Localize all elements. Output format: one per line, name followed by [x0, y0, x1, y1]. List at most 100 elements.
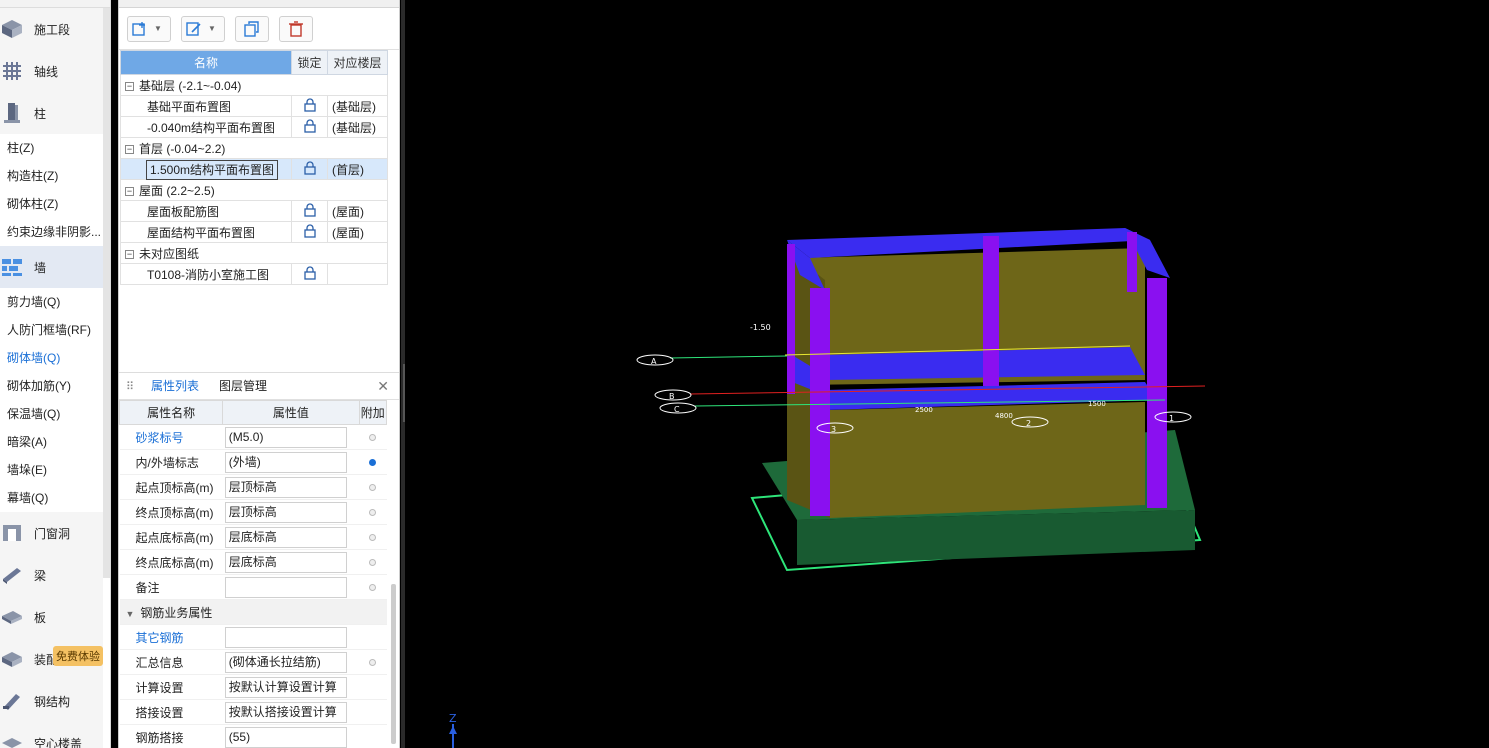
- drawing-row[interactable]: T0108-消防小室施工图: [120, 263, 388, 285]
- property-value-field[interactable]: 按默认计算设置计算: [224, 676, 347, 698]
- property-value-field[interactable]: (M5.0): [224, 426, 347, 448]
- column-header-name[interactable]: 名称: [120, 50, 292, 75]
- nav-category-wall[interactable]: 墙: [0, 246, 103, 288]
- nav-item-masonry-column[interactable]: 砌体柱(Z): [0, 190, 103, 218]
- property-row[interactable]: 搭接设置 按默认搭接设置计算: [119, 699, 387, 725]
- tab-property-list[interactable]: 属性列表: [141, 372, 209, 400]
- property-value-field[interactable]: (砌体通长拉结筋): [224, 651, 347, 673]
- nav-category-hollow-floor[interactable]: 空心楼盖: [0, 722, 103, 748]
- close-icon[interactable]: ✕: [377, 378, 389, 395]
- column-header-floor[interactable]: 对应楼层: [327, 50, 388, 75]
- drawing-row[interactable]: 屋面板配筋图 (屋面): [120, 200, 388, 222]
- 3d-model-canvas[interactable]: A B C 1 2 3 1500 2500 4800 -1.50 Z: [405, 0, 1489, 748]
- copy-drawing-button[interactable]: [235, 15, 269, 42]
- nav-scrollbar[interactable]: [103, 8, 110, 578]
- collapse-icon[interactable]: −: [125, 186, 134, 196]
- drawing-group-row[interactable]: − 首层 (-0.04~2.2): [120, 137, 388, 159]
- property-value-field[interactable]: 按默认搭接设置计算: [224, 701, 347, 723]
- attach-checkbox[interactable]: [369, 459, 377, 466]
- chevron-down-icon[interactable]: ▼: [154, 24, 162, 33]
- property-row[interactable]: 备注: [119, 574, 387, 600]
- drawing-group-row[interactable]: − 基础层 (-2.1~-0.04): [120, 74, 388, 96]
- lock-icon[interactable]: [303, 97, 317, 112]
- property-scrollbar[interactable]: [391, 584, 396, 744]
- property-value-field[interactable]: [224, 576, 347, 598]
- property-row[interactable]: 终点底标高(m) 层底标高: [119, 549, 387, 575]
- lock-icon[interactable]: [303, 160, 317, 175]
- nav-item-curtain-wall[interactable]: 幕墙(Q): [0, 484, 103, 512]
- svg-text:2: 2: [1026, 419, 1031, 428]
- delete-drawing-button[interactable]: [279, 15, 313, 42]
- column-front-left: [810, 288, 830, 516]
- property-row[interactable]: 其它钢筋: [119, 624, 387, 650]
- property-row[interactable]: 内/外墙标志 (外墙): [119, 449, 387, 475]
- collapse-icon[interactable]: −: [125, 144, 134, 154]
- property-value-field[interactable]: 层顶标高: [224, 476, 347, 498]
- attach-checkbox[interactable]: [369, 559, 377, 566]
- lock-icon[interactable]: [303, 202, 317, 217]
- nav-category-slab[interactable]: 板: [0, 596, 103, 638]
- drawing-row[interactable]: 屋面结构平面布置图 (屋面): [120, 221, 388, 243]
- property-row[interactable]: 计算设置 按默认计算设置计算: [119, 674, 387, 700]
- lock-icon[interactable]: [303, 223, 317, 238]
- property-value-field[interactable]: 层底标高: [224, 551, 347, 573]
- nav-item-edge-member[interactable]: 约束边缘非阴影...: [0, 218, 103, 246]
- nav-item-insulation-wall[interactable]: 保温墙(Q): [0, 400, 103, 428]
- add-drawing-button[interactable]: ▼: [127, 15, 171, 42]
- nav-category-steel[interactable]: 钢结构: [0, 680, 103, 722]
- property-row[interactable]: 终点顶标高(m) 层顶标高: [119, 499, 387, 525]
- collapse-icon[interactable]: −: [125, 249, 134, 259]
- property-name: 起点底标高(m): [119, 524, 223, 550]
- property-row[interactable]: 起点顶标高(m) 层顶标高: [119, 474, 387, 500]
- nav-item-masonry-wall[interactable]: 砌体墙(Q): [0, 344, 103, 372]
- nav-item-column-z[interactable]: 柱(Z): [0, 134, 103, 162]
- drawing-group-row[interactable]: − 屋面 (2.2~2.5): [120, 179, 388, 201]
- drawing-group-row[interactable]: − 未对应图纸: [120, 242, 388, 264]
- property-row[interactable]: 砂浆标号 (M5.0): [119, 424, 387, 450]
- lock-icon[interactable]: [303, 265, 317, 280]
- nav-category-opening[interactable]: 门窗洞: [0, 512, 103, 554]
- drawing-row-selected[interactable]: 1.500m结构平面布置图 (首层): [120, 158, 388, 180]
- lock-icon[interactable]: [303, 118, 317, 133]
- collapse-icon[interactable]: −: [125, 81, 134, 91]
- column-header-extra: 附加: [358, 400, 387, 425]
- nav-item-pilaster[interactable]: 墙垛(E): [0, 456, 103, 484]
- property-name: 其它钢筋: [119, 624, 223, 650]
- nav-category-axis[interactable]: 轴线: [0, 50, 103, 92]
- column-header-lock[interactable]: 锁定: [291, 50, 328, 75]
- nav-item-civil-defense-wall[interactable]: 人防门框墙(RF): [0, 316, 103, 344]
- 3d-viewport[interactable]: A B C 1 2 3 1500 2500 4800 -1.50 Z: [405, 0, 1489, 748]
- property-row[interactable]: 钢筋搭接 (55): [119, 724, 387, 748]
- nav-item-masonry-rebar[interactable]: 砌体加筋(Y): [0, 372, 103, 400]
- property-value-field[interactable]: 层顶标高: [224, 501, 347, 523]
- nav-item-hidden-beam[interactable]: 暗梁(A): [0, 428, 103, 456]
- property-value-field[interactable]: [224, 626, 347, 648]
- attach-checkbox[interactable]: [369, 434, 377, 441]
- tab-layer-management[interactable]: 图层管理: [209, 372, 277, 400]
- property-value-field[interactable]: 层底标高: [224, 526, 347, 548]
- property-value-field[interactable]: (外墙): [224, 451, 347, 473]
- property-value-field[interactable]: (55): [224, 726, 347, 748]
- drag-handle-icon[interactable]: ⠿: [119, 380, 141, 393]
- property-row[interactable]: 汇总信息 (砌体通长拉结筋): [119, 649, 387, 675]
- nav-category-beam[interactable]: 梁: [0, 554, 103, 596]
- chevron-down-icon[interactable]: ▼: [208, 24, 216, 33]
- free-trial-badge[interactable]: 免费体验: [53, 646, 103, 666]
- chevron-down-icon[interactable]: ▼: [126, 609, 135, 619]
- drawing-row[interactable]: 基础平面布置图 (基础层): [120, 95, 388, 117]
- nav-category-section[interactable]: 施工段: [0, 8, 103, 50]
- property-group-row[interactable]: ▼ 钢筋业务属性: [119, 599, 387, 625]
- nav-item-shear-wall[interactable]: 剪力墙(Q): [0, 288, 103, 316]
- nav-category-column[interactable]: 柱: [0, 92, 103, 134]
- attach-checkbox[interactable]: [369, 659, 377, 666]
- property-row[interactable]: 起点底标高(m) 层底标高: [119, 524, 387, 550]
- wall-lower-front: [830, 402, 1145, 518]
- edit-drawing-button[interactable]: ▼: [181, 15, 225, 42]
- attach-checkbox[interactable]: [369, 484, 377, 491]
- attach-checkbox[interactable]: [369, 534, 377, 541]
- drawing-row[interactable]: -0.040m结构平面布置图 (基础层): [120, 116, 388, 138]
- attach-checkbox[interactable]: [369, 509, 377, 516]
- attach-checkbox[interactable]: [369, 584, 377, 591]
- nav-item-constructional-column[interactable]: 构造柱(Z): [0, 162, 103, 190]
- nav-header: [0, 0, 110, 8]
